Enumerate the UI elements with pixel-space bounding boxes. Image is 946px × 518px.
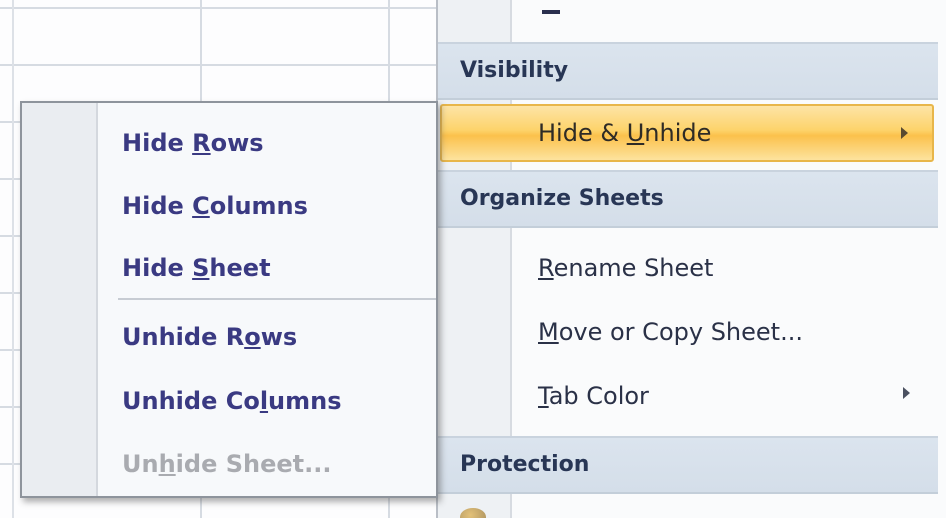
submenu-icon-gutter [22, 103, 98, 496]
submenu-item-hide-columns[interactable]: Hide Columns [122, 192, 308, 220]
menu-item-label: Hide & Unhide [538, 119, 712, 147]
menu-item-move-or-copy-sheet[interactable]: Move or Copy Sheet... [510, 304, 938, 360]
submenu-item-unhide-columns[interactable]: Unhide Columns [122, 387, 342, 415]
menu-item-partial-top [542, 2, 560, 14]
submenu-item-unhide-sheet: Unhide Sheet... [122, 450, 332, 478]
submenu-item-hide-rows[interactable]: Hide Rows [122, 129, 264, 157]
section-header-protection: Protection [438, 436, 938, 494]
menu-item-label: Rename Sheet [538, 254, 714, 282]
submenu-item-hide-sheet[interactable]: Hide Sheet [122, 254, 271, 282]
submenu-arrow-icon [903, 387, 910, 399]
section-header-visibility: Visibility [438, 42, 938, 100]
submenu-separator [118, 298, 436, 300]
menu-item-label: Tab Color [538, 382, 649, 410]
excel-format-menu-screenshot: Visibility Hide & Unhide Organize Sheets… [0, 0, 946, 518]
menu-item-rename-sheet[interactable]: Rename Sheet [510, 240, 938, 296]
menu-item-tab-color[interactable]: Tab Color [510, 368, 938, 424]
submenu-arrow-icon [901, 127, 908, 139]
menu-item-label: Move or Copy Sheet... [538, 318, 803, 346]
section-header-label: Protection [460, 452, 590, 477]
menu-item-hide-unhide[interactable]: Hide & Unhide [440, 104, 934, 162]
submenu-item-unhide-rows[interactable]: Unhide Rows [122, 323, 297, 351]
hide-unhide-submenu: Hide Rows Hide Columns Hide Sheet Unhide… [20, 101, 438, 498]
section-header-organize-sheets: Organize Sheets [438, 170, 938, 228]
grid-line [12, 0, 14, 518]
section-header-label: Visibility [460, 58, 569, 83]
section-header-label: Organize Sheets [460, 186, 664, 211]
